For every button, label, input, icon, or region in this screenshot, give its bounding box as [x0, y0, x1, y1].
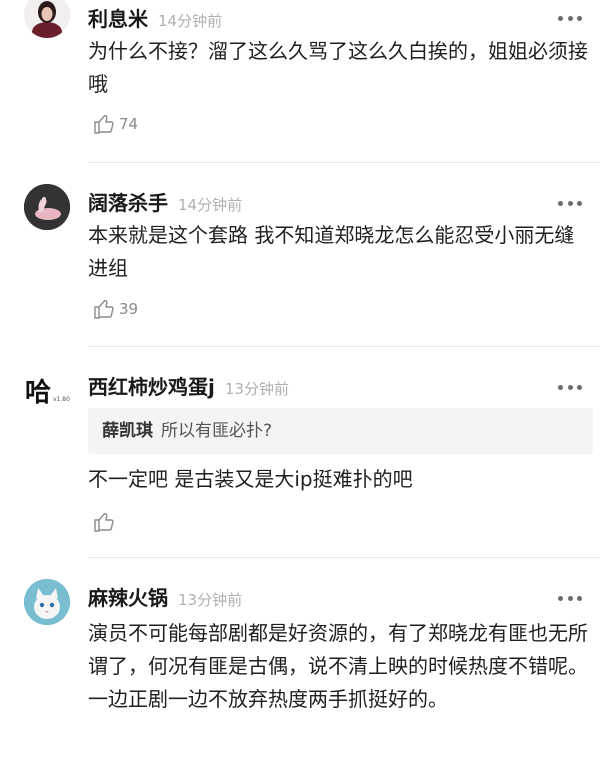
reply-quote[interactable]: 薛凯琪 所以有匪必扑? — [88, 408, 593, 454]
like-button[interactable]: 39 — [92, 297, 138, 321]
avatar[interactable] — [24, 0, 70, 38]
avatar-badge: v1.80 — [53, 396, 70, 403]
timestamp: 14分钟前 — [158, 12, 223, 30]
comment-item: 哈 v1.80 西红柿炒鸡蛋j 13分钟前 薛凯琪 所以有匪必扑? 不一定吧 是古装… — [0, 347, 600, 557]
like-button[interactable]: 74 — [92, 112, 138, 136]
cat-avatar-icon — [24, 579, 70, 625]
more-options-icon[interactable] — [558, 197, 582, 209]
comment-text: 不一定吧 是古装又是大ip挺难扑的吧 — [88, 467, 413, 491]
quote-text: 所以有匪必扑? — [161, 421, 273, 441]
more-options-icon[interactable] — [558, 12, 582, 24]
more-options-icon[interactable] — [558, 381, 582, 393]
username[interactable]: 西红柿炒鸡蛋j 13分钟前 — [88, 371, 289, 400]
timestamp: 13分钟前 — [178, 591, 243, 609]
username[interactable]: 阔落杀手 14分钟前 — [88, 187, 242, 216]
swan-float-icon — [24, 184, 70, 230]
like-count: 74 — [119, 115, 139, 133]
comment-item: 麻辣火锅 13分钟前 演员不可能每部剧都是好资源的，有了郑晓龙有匪也无所谓了，何况… — [0, 558, 600, 758]
comment-item: 利息米 14分钟前 为什么不接？溜了这么久骂了这么久白挨的，姐姐必须接哦 74 — [0, 0, 600, 162]
comment-text: 本来就是这个套路 我不知道郑晓龙怎么能忍受小丽无缝进组 — [88, 223, 575, 280]
avatar[interactable] — [24, 579, 70, 625]
avatar[interactable] — [24, 184, 70, 230]
like-button[interactable] — [92, 510, 119, 534]
woman-portrait-icon — [24, 0, 70, 38]
more-options-icon[interactable] — [558, 592, 582, 604]
timestamp: 14分钟前 — [178, 196, 243, 214]
timestamp: 13分钟前 — [224, 380, 289, 398]
avatar[interactable]: 哈 v1.80 — [24, 368, 70, 414]
thumbs-up-icon — [94, 513, 114, 532]
comment-item: 阔落杀手 14分钟前 本来就是这个套路 我不知道郑晓龙怎么能忍受小丽无缝进组 39 — [0, 163, 600, 346]
username[interactable]: 麻辣火锅 13分钟前 — [88, 582, 242, 611]
comment-text: 演员不可能每部剧都是好资源的，有了郑晓龙有匪也无所谓了，何况有匪是古偶，说不清上… — [88, 621, 588, 711]
quote-author: 薛凯琪 — [102, 421, 153, 441]
username[interactable]: 利息米 14分钟前 — [88, 3, 222, 32]
avatar-text: 哈 — [25, 378, 52, 408]
thumbs-up-icon — [94, 115, 114, 134]
like-count: 39 — [119, 300, 139, 318]
thumbs-up-icon — [94, 300, 114, 319]
comment-text: 为什么不接？溜了这么久骂了这么久白挨的，姐姐必须接哦 — [88, 39, 588, 96]
